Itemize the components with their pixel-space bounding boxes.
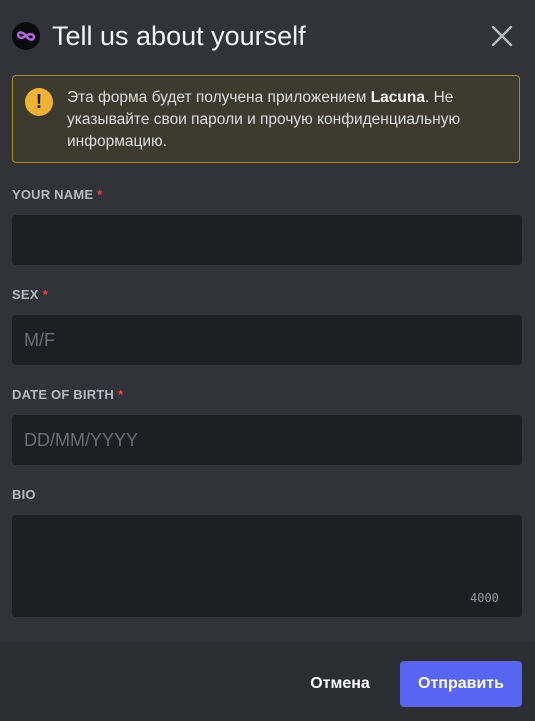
modal-footer: Отмена Отправить — [0, 642, 535, 721]
warning-text: Эта форма будет получена приложением Lac… — [67, 87, 507, 153]
bio-label: BIO — [12, 487, 36, 502]
sex-label-text: SEX — [12, 287, 39, 302]
modal-title: Tell us about yourself — [52, 21, 306, 51]
modal-header: Tell us about yourself — [0, 0, 535, 72]
date-of-birth-input[interactable] — [12, 415, 522, 465]
sex-label: SEX * — [12, 287, 48, 302]
close-icon[interactable] — [488, 22, 516, 50]
required-mark: * — [97, 187, 103, 202]
cancel-button[interactable]: Отмена — [298, 661, 382, 707]
bio-label-text: BIO — [12, 487, 36, 502]
submit-button[interactable]: Отправить — [400, 661, 522, 707]
required-mark: * — [118, 387, 124, 402]
dob-label: DATE OF BIRTH * — [12, 387, 123, 402]
exclamation-icon: ! — [25, 88, 53, 116]
privacy-warning: ! Эта форма будет получена приложением L… — [12, 75, 520, 163]
modal-dialog: Tell us about yourself ! Эта форма будет… — [0, 0, 535, 721]
warning-text-before: Эта форма будет получена приложением — [67, 89, 371, 106]
name-label-text: YOUR NAME — [12, 187, 94, 202]
sex-input[interactable] — [12, 315, 522, 365]
name-input[interactable] — [12, 215, 522, 265]
dob-label-text: DATE OF BIRTH — [12, 387, 115, 402]
bio-textarea[interactable] — [12, 515, 522, 617]
warning-app-name: Lacuna — [370, 89, 425, 106]
required-mark: * — [42, 287, 48, 302]
bio-char-counter: 4000 — [470, 591, 499, 605]
infinity-icon — [12, 22, 40, 50]
name-label: YOUR NAME * — [12, 187, 103, 202]
